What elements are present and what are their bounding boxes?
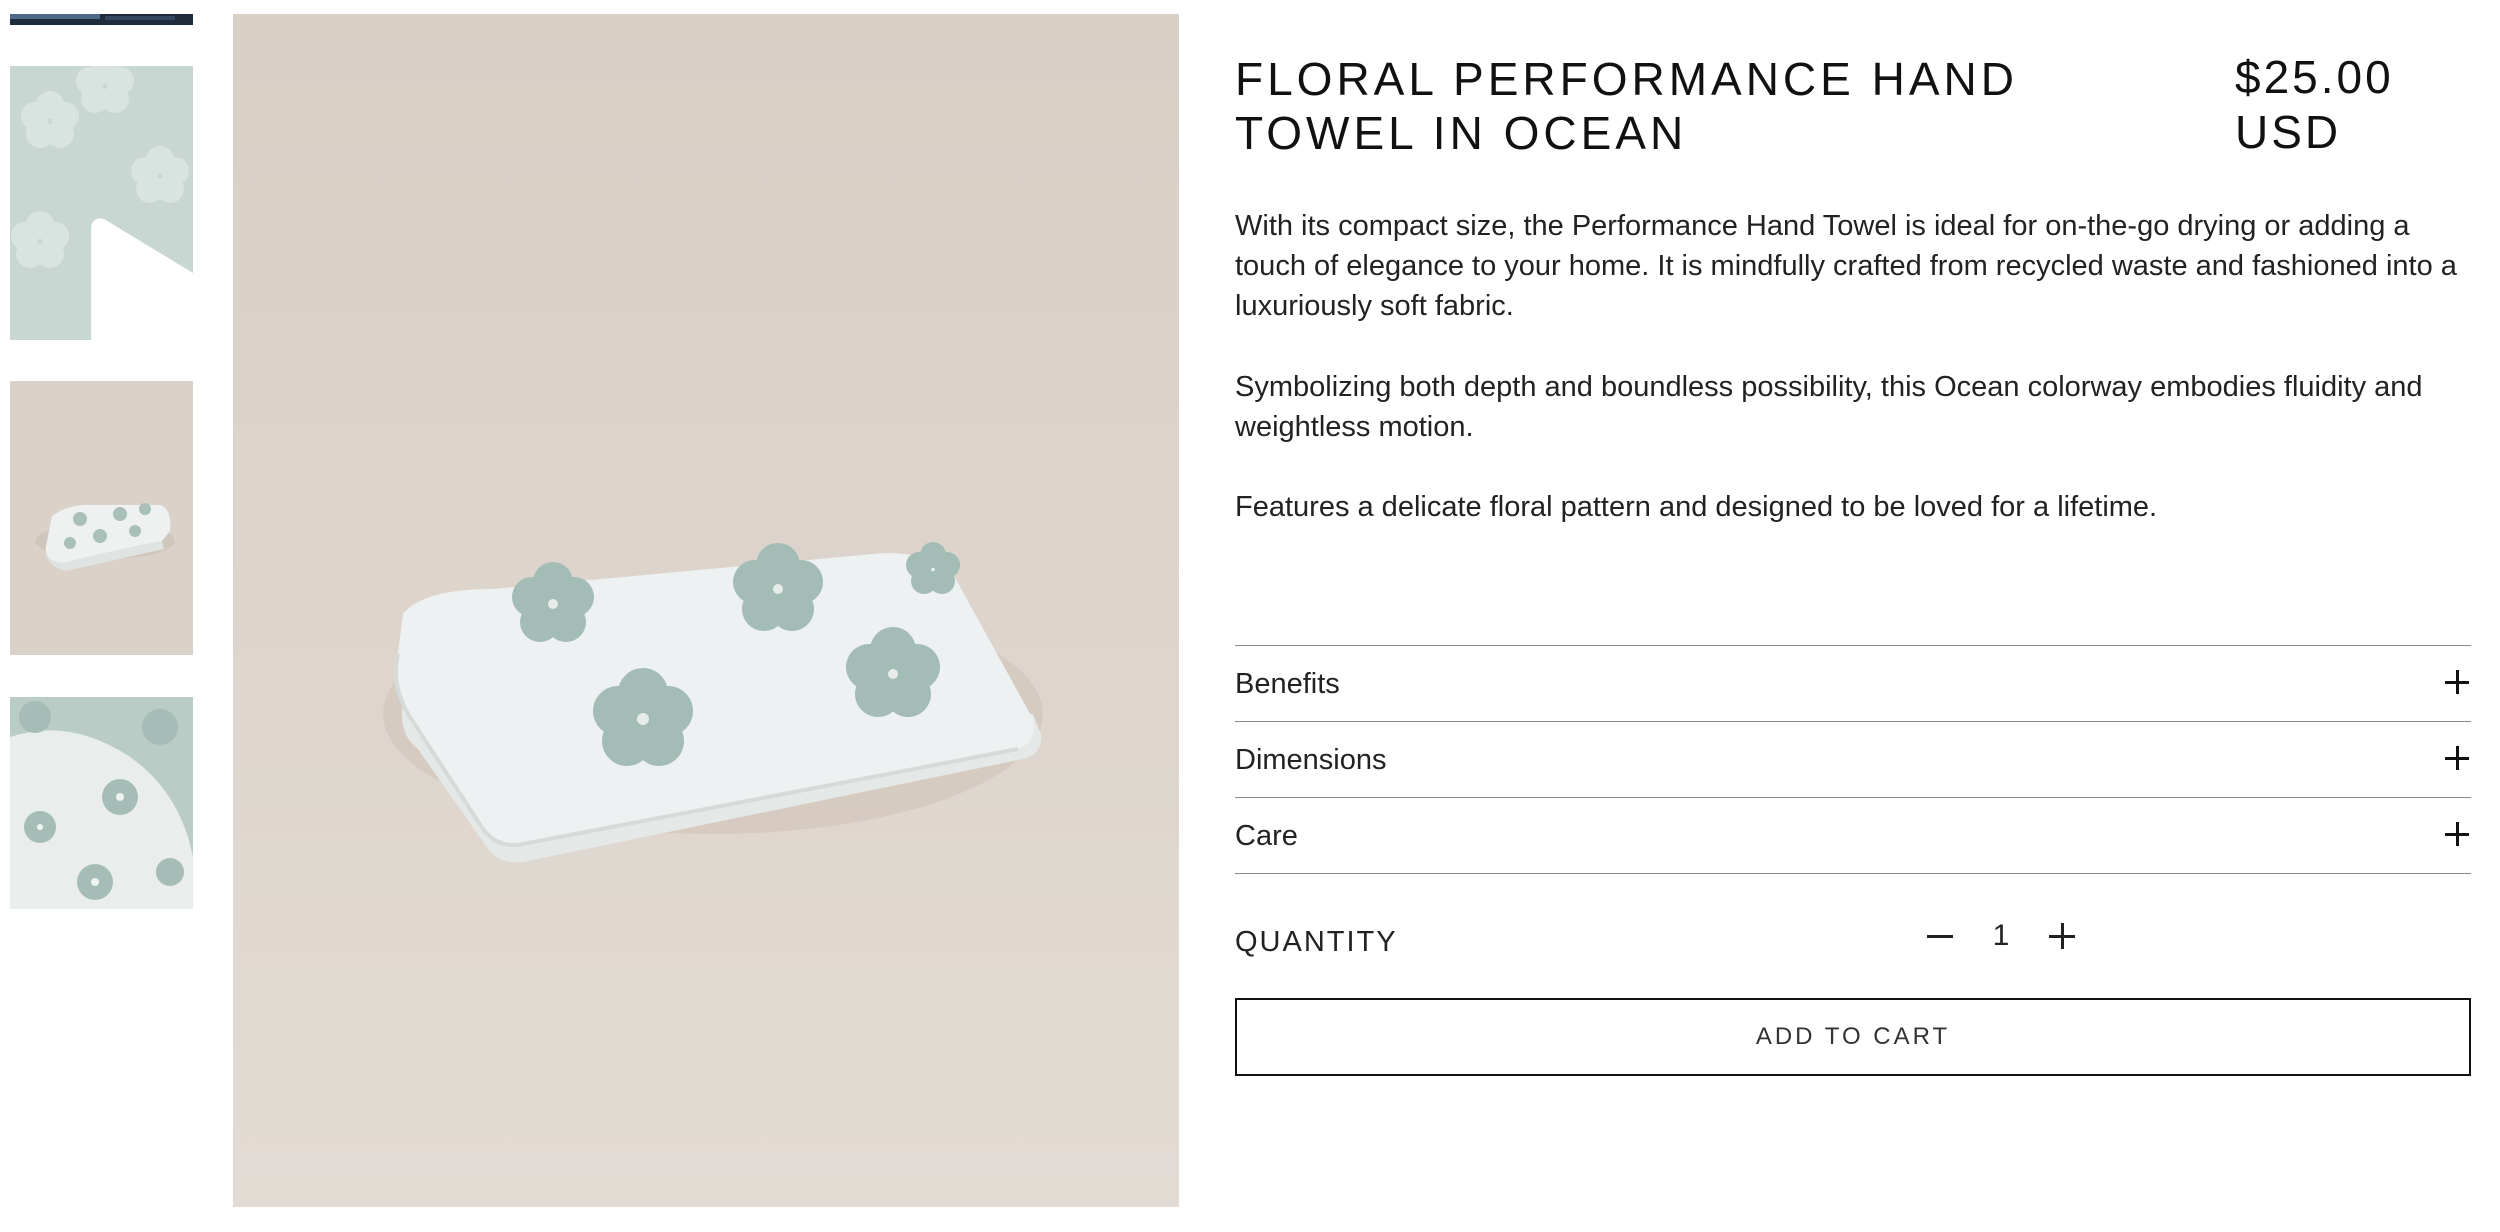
main-product-image[interactable] [233,14,1179,1207]
accordion-care[interactable]: Care [1235,798,2471,874]
product-description-1: With its compact size, the Performance H… [1235,210,2457,322]
accordion-benefits[interactable]: Benefits [1235,646,2471,722]
accordion-label-care: Care [1235,820,1298,852]
accordion-dimensions[interactable]: Dimensions [1235,722,2471,798]
product-details-accordion: Benefits Dimensions Care [1235,645,2471,874]
product-price: $25.00 USD [2235,51,2394,158]
product-description-2: Symbolizing both depth and boundless pos… [1235,371,2423,443]
plus-icon[interactable] [2445,822,2469,846]
thumbnail-closeup[interactable] [10,697,193,909]
add-to-cart-button[interactable]: ADD TO CART [1235,998,2471,1076]
product-description-3: Features a delicate floral pattern and d… [1235,491,2158,523]
plus-icon[interactable] [2445,746,2469,770]
product-info: FLORAL PERFORMANCE HAND TOWEL IN OCEAN $… [1235,0,2471,1232]
minus-icon[interactable] [1923,918,1959,954]
play-icon[interactable] [82,182,193,340]
accordion-label-dimensions: Dimensions [1235,744,1387,776]
thumbnail-video[interactable] [10,66,193,340]
quantity-label: QUANTITY [1235,926,1398,958]
quantity-value[interactable]: 1 [1983,918,2019,954]
product-title: FLORAL PERFORMANCE HAND TOWEL IN OCEAN [1235,53,2018,159]
plus-icon[interactable] [2045,918,2081,954]
thumbnail-folded-towel[interactable] [10,381,193,655]
accordion-label-benefits: Benefits [1235,668,1340,700]
thumbnail-ocean[interactable] [10,14,193,25]
plus-icon[interactable] [2445,670,2469,694]
